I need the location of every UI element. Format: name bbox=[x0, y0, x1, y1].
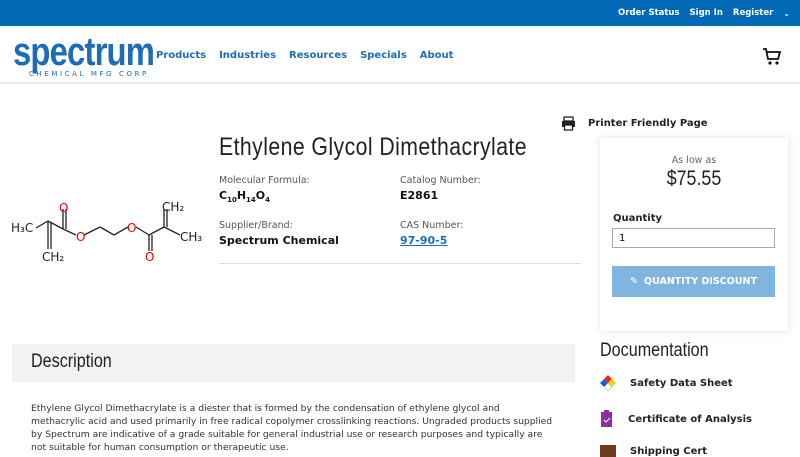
description-heading: Description bbox=[31, 351, 112, 372]
quantity-input[interactable] bbox=[612, 228, 775, 248]
doc-label: Certificate of Analysis bbox=[628, 413, 752, 425]
formula-count: 14 bbox=[246, 196, 256, 205]
pricing-card: As low as $75.55 Quantity ✎ QUANTITY DISC… bbox=[600, 138, 788, 331]
supplier-label: Supplier/Brand: bbox=[219, 220, 293, 231]
molecule-structure-image: H₃C CH₂ O O O O CH₂ CH₃ bbox=[11, 200, 202, 264]
product-title: Ethylene Glycol Dimethacrylate bbox=[219, 133, 528, 161]
formula-label: Molecular Formula: bbox=[219, 175, 310, 186]
hazard-diamond-icon bbox=[600, 375, 616, 391]
chevron-down-icon[interactable]: ⌄ bbox=[783, 9, 790, 18]
atom-label: O bbox=[127, 221, 136, 235]
printer-friendly-link[interactable]: Printer Friendly Page bbox=[561, 116, 708, 131]
atom-label: CH₃ bbox=[180, 230, 202, 244]
formula-count: 10 bbox=[227, 196, 237, 205]
doc-label: Shipping Cert bbox=[630, 445, 708, 457]
header: spectrum CHEMICAL MFG CORP Products Indu… bbox=[0, 26, 800, 84]
nav-products[interactable]: Products bbox=[156, 50, 206, 61]
catalog-number: E2861 bbox=[400, 189, 439, 202]
atom-label: O bbox=[76, 230, 85, 244]
molecular-formula: C10H14O4 bbox=[219, 189, 270, 204]
formula-count: 4 bbox=[265, 196, 271, 205]
order-status-link[interactable]: Order Status bbox=[618, 8, 680, 18]
quantity-discount-label: QUANTITY DISCOUNT bbox=[644, 276, 757, 287]
nav-specials[interactable]: Specials bbox=[360, 50, 407, 61]
box-icon bbox=[600, 445, 616, 457]
top-utility-bar: Order Status Sign In Register ⌄ bbox=[0, 0, 800, 26]
cas-number-link[interactable]: 97-90-5 bbox=[400, 234, 447, 247]
nav-industries[interactable]: Industries bbox=[219, 50, 276, 61]
description-text: Ethylene Glycol Dimethacrylate is a dies… bbox=[31, 403, 553, 453]
logo-name: spectrum bbox=[13, 30, 155, 74]
register-link[interactable]: Register bbox=[733, 8, 773, 18]
formula-element: O bbox=[255, 189, 266, 202]
doc-label: Safety Data Sheet bbox=[630, 377, 733, 389]
doc-certificate-of-analysis[interactable]: Certificate of Analysis bbox=[600, 410, 752, 428]
formula-element: C bbox=[219, 189, 228, 202]
quantity-discount-button[interactable]: ✎ QUANTITY DISCOUNT bbox=[612, 266, 775, 297]
supplier-value: Spectrum Chemical bbox=[219, 234, 339, 247]
atom-label: CH₂ bbox=[162, 200, 184, 214]
formula-element: H bbox=[236, 189, 247, 202]
quantity-label: Quantity bbox=[613, 213, 662, 224]
as-low-as-label: As low as bbox=[671, 155, 717, 166]
documentation-heading: Documentation bbox=[600, 340, 709, 361]
clipboard-icon bbox=[601, 410, 612, 427]
nav-resources[interactable]: Resources bbox=[289, 50, 347, 61]
doc-safety-data-sheet[interactable]: Safety Data Sheet bbox=[600, 375, 733, 391]
cart-icon[interactable] bbox=[762, 46, 782, 66]
atom-label: H₃C bbox=[11, 221, 33, 235]
printer-friendly-label: Printer Friendly Page bbox=[588, 118, 708, 129]
pencil-icon: ✎ bbox=[630, 276, 638, 287]
main-nav: Products Industries Resources Specials A… bbox=[156, 50, 453, 61]
nav-about[interactable]: About bbox=[420, 50, 454, 61]
description-header: Description bbox=[12, 344, 575, 382]
price: $75.55 bbox=[666, 167, 722, 190]
atom-label: O bbox=[59, 201, 68, 215]
printer-icon bbox=[562, 116, 575, 131]
atom-label: O bbox=[145, 250, 154, 264]
divider bbox=[219, 263, 581, 264]
atom-label: CH₂ bbox=[42, 250, 64, 264]
sign-in-link[interactable]: Sign In bbox=[690, 8, 723, 18]
catalog-label: Catalog Number: bbox=[400, 175, 481, 186]
cas-label: CAS Number: bbox=[400, 220, 464, 231]
doc-shipping-certificate[interactable]: Shipping Cert bbox=[600, 445, 707, 457]
